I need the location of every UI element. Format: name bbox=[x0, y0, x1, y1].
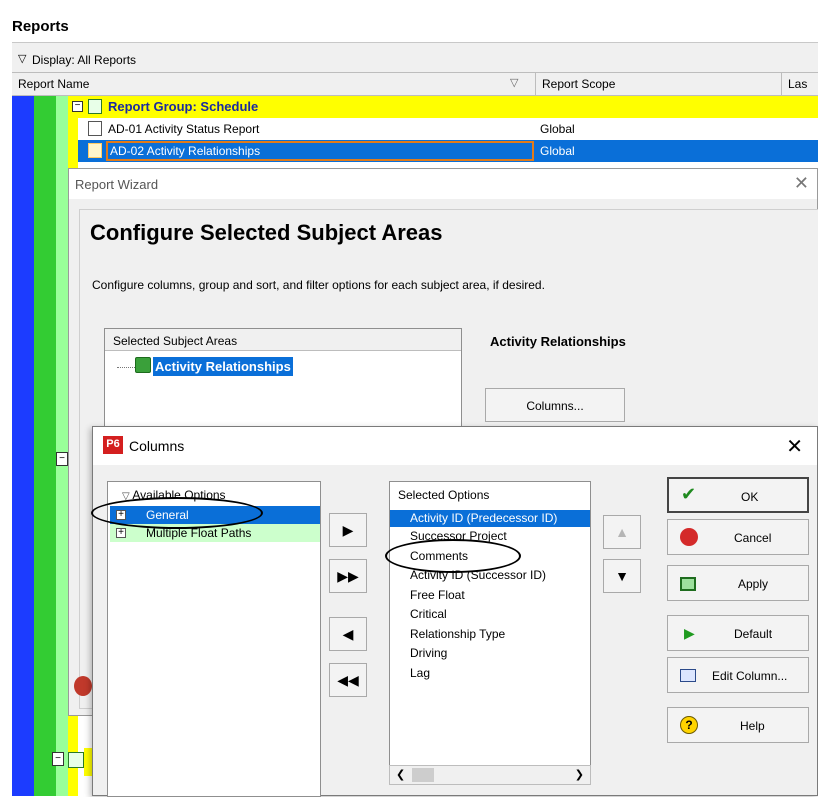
report-group-label: Report Group: Schedule bbox=[108, 99, 259, 114]
selected-option[interactable]: Lag bbox=[410, 666, 430, 680]
cancel-button[interactable]: Cancel bbox=[667, 519, 809, 555]
help-button[interactable]: ? Help bbox=[667, 707, 809, 743]
collapse-icon[interactable]: − bbox=[72, 101, 83, 112]
edit-column-icon bbox=[680, 669, 696, 682]
collapse-icon[interactable]: − bbox=[52, 752, 64, 766]
report-icon bbox=[88, 143, 102, 158]
wizard-heading: Configure Selected Subject Areas bbox=[90, 220, 443, 245]
arrow-up-icon: ▲ bbox=[615, 524, 629, 540]
cancel-icon bbox=[680, 528, 698, 546]
available-options-list[interactable]: ▽ Available Options + General + Multiple… bbox=[107, 481, 321, 797]
subject-area-item[interactable]: Activity Relationships bbox=[153, 357, 293, 376]
columns-dialog: P6 Columns ✕ ▽ Available Options + Gener… bbox=[91, 426, 818, 797]
move-up-button[interactable]: ▲ bbox=[603, 515, 641, 549]
columns-button[interactable]: Columns... bbox=[485, 388, 625, 422]
arrow-down-icon: ▼ bbox=[615, 568, 629, 584]
subject-areas-header: Selected Subject Areas bbox=[105, 329, 461, 351]
table-row-group[interactable]: − Report Group: Schedule bbox=[72, 96, 818, 118]
column-header-report-scope[interactable]: Report Scope bbox=[536, 73, 782, 95]
report-name: AD-01 Activity Status Report bbox=[108, 122, 260, 136]
wizard-title: Report Wizard bbox=[75, 177, 159, 192]
apply-icon bbox=[680, 577, 696, 591]
report-group-icon bbox=[88, 99, 102, 114]
double-arrow-left-icon: ◀◀ bbox=[337, 672, 359, 688]
checkmark-icon: ✔ bbox=[681, 484, 697, 504]
subject-area-title: Activity Relationships bbox=[490, 334, 626, 349]
display-bar[interactable]: ▽ Display: All Reports bbox=[12, 42, 818, 72]
tree-stripe-lightgreen bbox=[56, 96, 68, 796]
selected-options-list[interactable]: Selected Options Activity ID (Predecesso… bbox=[389, 481, 591, 785]
subject-area-icon bbox=[135, 357, 151, 373]
play-icon: ▶ bbox=[684, 625, 695, 641]
expand-icon[interactable]: + bbox=[116, 528, 126, 538]
report-scope: Global bbox=[540, 122, 575, 136]
double-arrow-right-icon: ▶▶ bbox=[337, 568, 359, 584]
selected-option[interactable]: Critical bbox=[410, 607, 447, 621]
move-all-left-button[interactable]: ◀◀ bbox=[329, 663, 367, 697]
arrow-right-icon: ▶ bbox=[342, 522, 354, 538]
grid-header: Report Name ▽ Report Scope Las bbox=[12, 72, 818, 96]
report-name: AD-02 Activity Relationships bbox=[110, 144, 261, 158]
close-icon[interactable]: ✕ bbox=[786, 434, 803, 459]
column-header-last[interactable]: Las bbox=[782, 73, 818, 95]
apply-button[interactable]: Apply bbox=[667, 565, 809, 601]
table-row-selected[interactable]: AD-02 Activity Relationships Global bbox=[78, 140, 818, 162]
wizard-titlebar: Report Wizard ✕ bbox=[69, 169, 817, 199]
edit-column-button[interactable]: Edit Column... bbox=[667, 657, 809, 693]
report-scope: Global bbox=[540, 144, 575, 158]
arrow-left-icon: ◀ bbox=[342, 626, 354, 642]
report-group-icon bbox=[68, 752, 84, 768]
collapse-icon[interactable]: − bbox=[56, 452, 68, 466]
annotation-circle bbox=[385, 539, 521, 573]
selected-option[interactable]: Free Float bbox=[410, 588, 465, 602]
cancel-icon bbox=[74, 676, 92, 696]
move-right-button[interactable]: ▶ bbox=[329, 513, 367, 547]
selected-options-header: Selected Options bbox=[398, 488, 490, 502]
scrollbar-thumb[interactable] bbox=[412, 768, 434, 782]
horizontal-scrollbar[interactable]: ❮ ❯ bbox=[389, 765, 591, 785]
annotation-circle bbox=[91, 497, 263, 529]
wizard-description: Configure columns, group and sort, and f… bbox=[92, 278, 545, 292]
selected-option[interactable]: Driving bbox=[410, 646, 447, 660]
tree-connector bbox=[117, 367, 135, 368]
move-down-button[interactable]: ▼ bbox=[603, 559, 641, 593]
help-icon: ? bbox=[680, 716, 698, 734]
tree-stripe-yellow bbox=[84, 748, 92, 776]
close-icon[interactable]: ✕ bbox=[794, 173, 809, 194]
tree-stripe-green bbox=[34, 96, 56, 796]
p6-logo-icon: P6 bbox=[103, 436, 123, 454]
scroll-left-icon[interactable]: ❮ bbox=[396, 768, 405, 781]
report-icon bbox=[88, 121, 102, 136]
display-filter-label[interactable]: Display: All Reports bbox=[32, 53, 136, 67]
selected-option[interactable]: Relationship Type bbox=[410, 627, 505, 641]
column-header-report-name[interactable]: Report Name ▽ bbox=[12, 73, 536, 95]
chevron-down-icon[interactable]: ▽ bbox=[18, 52, 26, 65]
columns-titlebar: P6 Columns ✕ bbox=[93, 427, 817, 465]
default-button[interactable]: ▶ Default bbox=[667, 615, 809, 651]
selected-option[interactable]: Activity ID (Predecessor ID) bbox=[410, 511, 557, 525]
tree-stripe-blue bbox=[12, 96, 34, 796]
scroll-right-icon[interactable]: ❯ bbox=[575, 768, 584, 781]
move-left-button[interactable]: ◀ bbox=[329, 617, 367, 651]
table-row[interactable]: AD-01 Activity Status Report Global bbox=[78, 118, 818, 140]
columns-title: Columns bbox=[129, 438, 185, 454]
reports-title: Reports bbox=[0, 0, 818, 42]
move-all-right-button[interactable]: ▶▶ bbox=[329, 559, 367, 593]
ok-button[interactable]: ✔ OK bbox=[667, 477, 809, 513]
filter-icon[interactable]: ▽ bbox=[510, 76, 518, 89]
